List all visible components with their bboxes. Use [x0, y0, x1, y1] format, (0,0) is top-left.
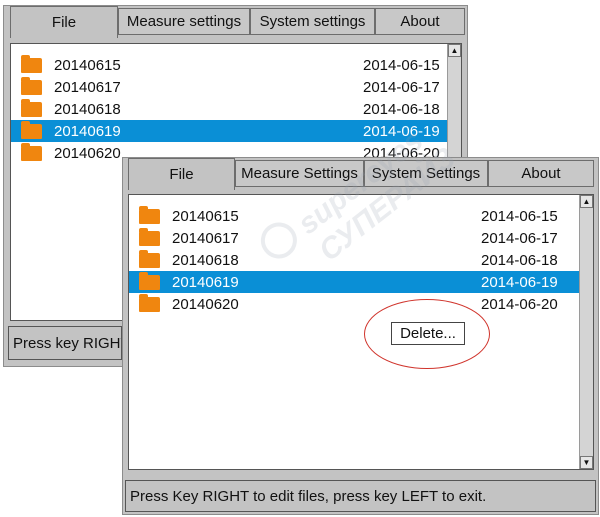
back-tab-bar: File Measure settings System settings Ab…: [4, 6, 467, 38]
back-file-row[interactable]: 20140618 2014-06-18: [11, 98, 448, 120]
front-file-date: 2014-06-15: [481, 207, 558, 225]
scroll-down-icon[interactable]: ▼: [580, 456, 593, 469]
front-tab-system-settings[interactable]: System Settings: [364, 160, 488, 187]
front-file-row-selected[interactable]: 20140619 2014-06-19: [129, 271, 580, 293]
folder-icon: [139, 250, 160, 268]
front-file-window: File Measure Settings System Settings Ab…: [122, 157, 599, 515]
front-file-name: 20140618: [172, 251, 239, 269]
front-file-row[interactable]: 20140618 2014-06-18: [129, 249, 580, 271]
front-file-row[interactable]: 20140617 2014-06-17: [129, 227, 580, 249]
front-file-name: 20140617: [172, 229, 239, 247]
front-tab-measure-settings[interactable]: Measure Settings: [235, 160, 364, 187]
back-file-date: 2014-06-19: [363, 122, 440, 140]
folder-icon: [139, 272, 160, 290]
front-file-list: 20140615 2014-06-15 20140617 2014-06-17 …: [128, 194, 594, 470]
back-file-name: 20140615: [54, 56, 121, 74]
back-file-name: 20140619: [54, 122, 121, 140]
back-tab-about[interactable]: About: [375, 8, 465, 35]
back-tab-measure-settings[interactable]: Measure settings: [118, 8, 250, 35]
back-file-name: 20140618: [54, 100, 121, 118]
folder-icon: [21, 143, 42, 161]
back-file-row-selected[interactable]: 20140619 2014-06-19: [11, 120, 448, 142]
back-file-date: 2014-06-17: [363, 78, 440, 96]
front-file-date: 2014-06-18: [481, 251, 558, 269]
front-tab-bar: File Measure Settings System Settings Ab…: [123, 158, 598, 190]
front-file-name: 20140615: [172, 207, 239, 225]
folder-icon: [21, 55, 42, 73]
back-file-date: 2014-06-15: [363, 56, 440, 74]
front-file-row[interactable]: 20140615 2014-06-15: [129, 205, 580, 227]
scroll-up-icon[interactable]: ▲: [448, 44, 461, 57]
back-file-row[interactable]: 20140617 2014-06-17: [11, 76, 448, 98]
back-tab-file[interactable]: File: [10, 6, 118, 38]
folder-icon: [21, 99, 42, 117]
back-status-bar: Press key RIGHT to edit files, press key…: [8, 326, 122, 360]
folder-icon: [139, 294, 160, 312]
front-file-name: 20140620: [172, 295, 239, 313]
back-file-row[interactable]: 20140615 2014-06-15: [11, 54, 448, 76]
front-status-bar: Press Key RIGHT to edit files, press key…: [125, 480, 596, 512]
folder-icon: [139, 228, 160, 246]
front-tab-about[interactable]: About: [488, 160, 594, 187]
front-file-date: 2014-06-19: [481, 273, 558, 291]
back-file-name: 20140617: [54, 78, 121, 96]
front-file-date: 2014-06-17: [481, 229, 558, 247]
folder-icon: [21, 121, 42, 139]
front-tab-file[interactable]: File: [128, 158, 235, 190]
back-file-date: 2014-06-18: [363, 100, 440, 118]
folder-icon: [21, 77, 42, 95]
front-file-name: 20140619: [172, 273, 239, 291]
delete-menu-item[interactable]: Delete...: [391, 322, 465, 345]
folder-icon: [139, 206, 160, 224]
front-file-date: 2014-06-20: [481, 295, 558, 313]
scroll-up-icon[interactable]: ▲: [580, 195, 593, 208]
front-scrollbar[interactable]: ▲ ▼: [579, 195, 593, 469]
back-file-name: 20140620: [54, 144, 121, 162]
front-file-row[interactable]: 20140620 2014-06-20: [129, 293, 580, 315]
back-tab-system-settings[interactable]: System settings: [250, 8, 375, 35]
